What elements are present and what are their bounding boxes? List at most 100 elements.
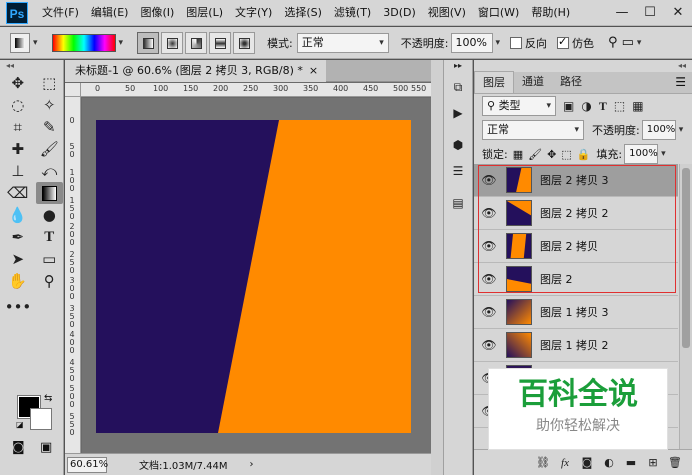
workspace-icon[interactable]: ▭ [622,35,634,50]
adjustments-panel-icon[interactable]: ▤ [446,192,470,214]
layer-row[interactable]: 👁 图层 2 拷贝 3 [474,164,678,197]
chevron-down-icon[interactable]: ▾ [679,125,684,135]
horizontal-ruler[interactable]: 0 50 100 150 200 250 300 350 400 450 500… [81,83,431,97]
reverse-checkbox[interactable]: 反向 [510,35,547,51]
history-brush-tool-icon[interactable]: ⤺ [36,160,64,182]
eye-icon[interactable]: 👁 [474,305,504,319]
document-canvas[interactable] [96,120,411,433]
layer-row[interactable]: 👁 图层 2 拷贝 [474,230,678,263]
linear-gradient-button[interactable] [137,31,160,54]
radial-gradient-button[interactable] [161,31,184,54]
layer-filter-select[interactable]: ⚲ 类型 ▾ [482,96,556,116]
layers-scrollbar[interactable] [679,164,692,449]
brush-tool-icon[interactable]: 🖌 [36,138,64,160]
eye-icon[interactable]: 👁 [474,173,504,187]
history-panel-icon[interactable]: ⧉ [446,76,470,98]
3d-panel-icon[interactable]: ⬢ [446,134,470,156]
filter-adjustment-icon[interactable]: ◑ [581,99,591,113]
lock-transparent-icon[interactable]: ▦ [513,148,523,161]
tab-layers[interactable]: 图层 [474,71,514,93]
menu-edit[interactable]: 编辑(E) [85,0,135,26]
vertical-ruler[interactable]: 0 50 100 150 200 250 300 350 400 450 500… [65,97,81,453]
menu-select[interactable]: 选择(S) [278,0,328,26]
angle-gradient-button[interactable] [185,31,208,54]
layer-style-icon[interactable]: fx [554,457,576,469]
tab-paths[interactable]: 路径 [552,71,590,93]
zoom-level-input[interactable]: 60.61% [67,456,108,473]
eye-icon[interactable]: 👁 [474,272,504,286]
magic-wand-tool-icon[interactable]: ✧ [36,94,64,116]
filter-smart-object-icon[interactable]: ▦ [632,99,643,113]
reflected-gradient-button[interactable] [209,31,232,54]
layer-row[interactable]: 👁 图层 2 拷贝 2 [474,197,678,230]
swap-colors-icon[interactable]: ⇆ [44,393,52,404]
layer-row[interactable]: 👁 图层 1 拷贝 3 [474,296,678,329]
trash-icon[interactable]: 🗑 [664,456,686,469]
chevron-right-icon[interactable]: › [250,459,254,470]
lock-position-icon[interactable]: ✥ [547,148,556,161]
panel-grip[interactable]: ◂◂ [0,60,63,72]
chevron-down-icon[interactable]: ▾ [496,38,501,48]
scrollbar-thumb[interactable] [682,168,690,348]
menu-3d[interactable]: 3D(D) [377,0,422,26]
layer-opacity-input[interactable]: 100% [641,120,676,140]
eye-icon[interactable]: 👁 [474,239,504,253]
mode-select[interactable]: 正常 ▾ [296,32,389,53]
filter-pixel-icon[interactable]: ▣ [563,99,574,113]
quick-mask-icon[interactable]: ◙ [12,440,25,455]
marquee-tool-icon[interactable]: ⬚ [36,72,64,94]
properties-panel-icon[interactable]: ☰ [446,160,470,182]
chevron-down-icon[interactable]: ▾ [661,149,666,159]
blur-tool-icon[interactable]: 💧 [4,204,32,226]
chevron-down-icon[interactable]: ▾ [637,38,642,48]
link-layers-icon[interactable]: ⛓ [532,456,554,469]
panel-grip[interactable]: ▸▸ [446,60,470,72]
search-icon[interactable]: ⚲ [608,35,618,50]
background-color-swatch[interactable] [30,408,52,430]
dither-checkbox[interactable]: 仿色 [557,35,594,51]
menu-view[interactable]: 视图(V) [422,0,472,26]
crop-tool-icon[interactable]: ⌗ [4,116,32,138]
menu-layer[interactable]: 图层(L) [180,0,229,26]
panel-menu-icon[interactable]: ☰ [675,71,686,93]
eye-icon[interactable]: 👁 [474,206,504,220]
healing-brush-tool-icon[interactable]: ✚ [4,138,32,160]
path-selection-tool-icon[interactable]: ➤ [4,248,32,270]
zoom-tool-icon[interactable]: ⚲ [36,270,64,292]
add-mask-icon[interactable]: ◙ [576,456,598,469]
tab-channels[interactable]: 通道 [514,71,552,93]
close-window-button[interactable]: ✕ [664,0,692,26]
gradient-tool-icon[interactable] [35,182,63,204]
tool-preset-picker[interactable] [10,32,30,53]
fill-input[interactable]: 100% [624,144,659,164]
filter-type-icon[interactable]: T [599,99,607,114]
type-tool-icon[interactable]: T [36,226,64,248]
close-icon[interactable]: × [309,60,318,82]
chevron-down-icon[interactable]: ▾ [119,38,124,48]
clone-stamp-tool-icon[interactable]: ⊥ [4,160,32,182]
new-group-icon[interactable]: ▬ [620,456,642,469]
dodge-tool-icon[interactable]: ● [36,204,64,226]
menu-image[interactable]: 图像(I) [134,0,180,26]
lock-image-icon[interactable]: 🖌 [528,148,542,161]
layer-row[interactable]: 👁 图层 1 拷贝 2 [474,329,678,362]
move-tool-icon[interactable]: ✥ [4,72,32,94]
lock-all-icon[interactable]: 🔒 [577,148,591,161]
lasso-tool-icon[interactable]: ◌ [4,94,32,116]
ruler-origin[interactable] [65,83,81,97]
menu-help[interactable]: 帮助(H) [525,0,576,26]
hand-tool-icon[interactable]: ✋ [4,270,32,292]
new-layer-icon[interactable]: ⊞ [642,456,664,469]
eraser-tool-icon[interactable]: ⌫ [4,182,32,204]
gradient-picker-swatch[interactable] [51,33,116,52]
menu-window[interactable]: 窗口(W) [472,0,525,26]
adjustment-layer-icon[interactable]: ◐ [598,456,620,469]
chevron-down-icon[interactable]: ▾ [33,38,38,48]
screen-mode-icon[interactable]: ▣ [40,440,52,455]
menu-type[interactable]: 文字(Y) [229,0,278,26]
actions-play-icon[interactable]: ▶ [446,102,470,124]
menu-file[interactable]: 文件(F) [36,0,85,26]
panel-dock-divider[interactable] [431,60,443,475]
minimize-button[interactable]: — [608,0,636,26]
rectangle-tool-icon[interactable]: ▭ [36,248,64,270]
